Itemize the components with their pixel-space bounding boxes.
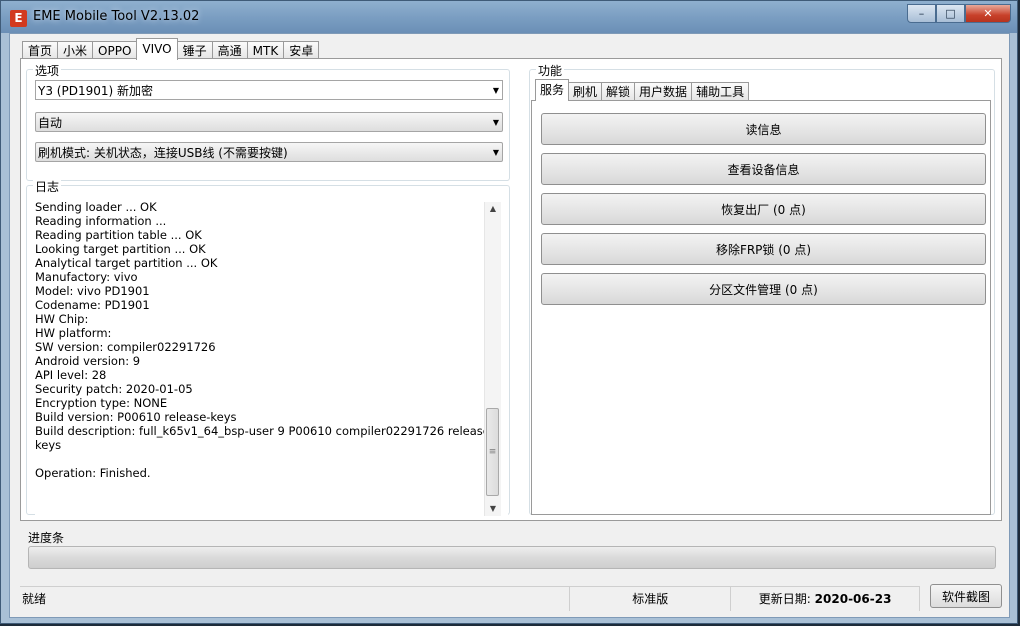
chevron-down-icon[interactable]: ▼ [493,86,499,95]
log-line: Reading information ... [35,214,167,228]
service-panel: 读信息 查看设备信息 恢复出厂 (0 点) 移除FRP锁 (0 点) 分区文件管… [531,100,991,515]
status-state: 就绪 [20,587,571,611]
tab-vivo[interactable]: VIVO [136,38,178,60]
screenshot-button[interactable]: 软件截图 [930,584,1002,608]
partition-manager-button[interactable]: 分区文件管理 (0 点) [541,273,986,305]
client-area: 首页 小米 OPPO VIVO 锤子 高通 MTK 安卓 选项 Y3 (PD19… [9,33,1010,618]
scrollbar-thumb[interactable]: ≡ [486,408,499,496]
log-line: Build version: P00610 release-keys [35,410,237,424]
status-bar: 就绪 标准版 更新日期: 2020-06-23 [20,586,921,611]
tab-tools[interactable]: 辅助工具 [691,82,750,101]
tab-service[interactable]: 服务 [535,79,570,101]
log-line: Android version: 9 [35,354,141,368]
app-window: E EME Mobile Tool V2.13.02 – □ ✕ 首页 小米 O… [0,0,1018,624]
update-date-value: 2020-06-23 [814,592,892,606]
log-line: Operation: Finished. [35,466,151,480]
chevron-down-icon[interactable]: ▼ [493,148,499,157]
options-group: 选项 Y3 (PD1901) 新加密 ▼ 自动 ▼ 刷机模式: 关机状态，连接U… [26,62,510,181]
model-select-value: Y3 (PD1901) 新加密 [38,83,153,98]
scroll-down-arrow-icon[interactable]: ▼ [485,502,501,516]
log-line: SW version: compiler02291726 [35,340,216,354]
main-tab-strip: 首页 小米 OPPO VIVO 锤子 高通 MTK 安卓 [22,38,320,60]
factory-reset-button[interactable]: 恢复出厂 (0 点) [541,193,986,225]
minimize-button[interactable]: – [907,4,936,23]
log-line: HW Chip: [35,312,89,326]
progress-bar [28,546,996,569]
close-button[interactable]: ✕ [965,4,1011,23]
log-line: Reading partition table ... OK [35,228,202,242]
log-group: 日志 Sending loader ... OK Reading informa… [26,178,510,518]
flash-mode-select[interactable]: 刷机模式: 关机状态，连接USB线 (不需要按键) ▼ [35,142,503,162]
function-tab-strip: 服务 刷机 解锁 用户数据 辅助工具 [535,79,750,101]
model-select[interactable]: Y3 (PD1901) 新加密 ▼ [35,80,503,100]
status-update-date: 更新日期: 2020-06-23 [731,587,921,611]
log-output[interactable]: Sending loader ... OK Reading informatio… [35,200,508,518]
functions-group-label: 功能 [536,62,565,79]
read-info-button[interactable]: 读信息 [541,113,986,145]
mode-select-value: 自动 [38,115,63,130]
window-title: EME Mobile Tool V2.13.02 [33,9,200,24]
scroll-up-arrow-icon[interactable]: ▲ [485,202,501,216]
tab-flash[interactable]: 刷机 [568,82,603,101]
remove-frp-button[interactable]: 移除FRP锁 (0 点) [541,233,986,265]
log-scrollbar[interactable]: ▲ ≡ ▼ [484,202,501,516]
flash-mode-select-value: 刷机模式: 关机状态，连接USB线 (不需要按键) [38,145,288,160]
log-line: Build description: full_k65v1_64_bsp-use… [35,424,494,438]
log-line: Sending loader ... OK [35,200,157,214]
log-line: Codename: PD1901 [35,298,150,312]
log-line: API level: 28 [35,368,107,382]
log-group-label: 日志 [33,178,62,195]
chevron-down-icon[interactable]: ▼ [493,118,499,127]
status-edition: 标准版 [570,587,732,611]
maximize-button[interactable]: □ [936,4,965,23]
log-line: Security patch: 2020-01-05 [35,382,193,396]
tab-unlock[interactable]: 解锁 [601,82,636,101]
title-bar[interactable]: E EME Mobile Tool V2.13.02 – □ ✕ [1,1,1017,33]
log-line: Model: vivo PD1901 [35,284,150,298]
progress-label: 进度条 [28,531,65,545]
options-group-label: 选项 [33,62,62,79]
log-line: Manufactory: vivo [35,270,138,284]
log-line: Analytical target partition ... OK [35,256,218,270]
log-line: HW platform: [35,326,112,340]
log-line: Encryption type: NONE [35,396,168,410]
log-line: Looking target partition ... OK [35,242,206,256]
log-line: keys [35,438,62,452]
functions-group: 功能 服务 刷机 解锁 用户数据 辅助工具 读信息 查看设备信息 恢复出厂 (0… [529,62,995,515]
vivo-tab-panel: 选项 Y3 (PD1901) 新加密 ▼ 自动 ▼ 刷机模式: 关机状态，连接U… [20,58,1002,521]
window-controls: – □ ✕ [907,4,1011,23]
app-logo-icon: E [10,10,27,27]
update-date-label: 更新日期: [758,592,811,606]
tab-user-data[interactable]: 用户数据 [634,82,693,101]
device-info-button[interactable]: 查看设备信息 [541,153,986,185]
mode-select[interactable]: 自动 ▼ [35,112,503,132]
